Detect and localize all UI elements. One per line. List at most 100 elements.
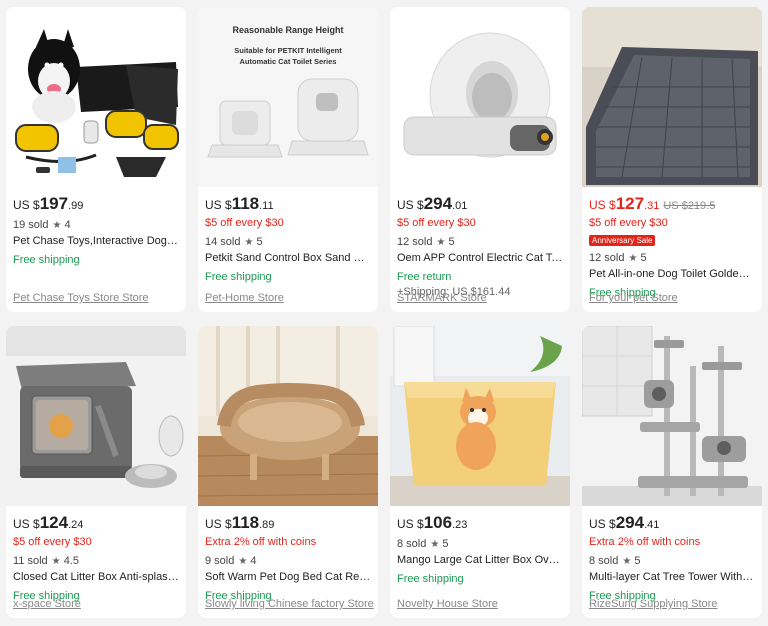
price-currency: US $ [13, 517, 40, 531]
sold-count: 14 sold [205, 236, 241, 248]
product-card[interactable]: US $197.99 19 sold ★ 4 Pet Chase Toys,Int… [6, 7, 186, 312]
price-decimal: .99 [68, 200, 84, 212]
star-icon: ★ [436, 237, 446, 248]
sold-count: 8 sold [397, 538, 427, 550]
price-decimal: .23 [452, 519, 468, 531]
price-currency: US $ [205, 517, 232, 531]
sales-rating: 12 sold ★ 5 [589, 251, 755, 265]
price-integer: 118 [231, 513, 260, 532]
promo-text: Extra 2% off with coins [205, 536, 317, 548]
product-title[interactable]: Oem APP Control Electric Cat Toilet Self… [397, 251, 563, 265]
price-integer: 106 [423, 513, 453, 532]
store-link[interactable]: RizeSung Supplying Store [589, 598, 717, 610]
sold-count: 9 sold [205, 555, 235, 567]
product-image[interactable] [582, 326, 762, 506]
price: US $118.89 [205, 514, 371, 532]
rating-value: 5 [448, 236, 455, 248]
shipping-info: Free shipping [205, 271, 272, 283]
store-link[interactable]: Slowly living Chinese factory Store [205, 598, 374, 610]
price-currency: US $ [13, 198, 40, 212]
price: US $294.01 [397, 195, 563, 213]
rating-value: 4.5 [63, 555, 79, 567]
price-integer: 294 [615, 513, 645, 532]
store-link[interactable]: STARMARK Store [397, 292, 487, 304]
product-image[interactable] [6, 326, 186, 506]
sold-count: 11 sold [13, 555, 48, 567]
image-caption-3: Automatic Cat Toilet Series [240, 57, 337, 66]
price-currency: US $ [397, 198, 424, 212]
sold-count: 19 sold [13, 219, 49, 231]
promo-text: Extra 2% off with coins [589, 536, 701, 548]
price-currency: US $ [589, 517, 616, 531]
product-title[interactable]: Pet All-in-one Dog Toilet Golden Retriev… [589, 267, 755, 281]
price-decimal: .89 [259, 519, 275, 531]
product-image[interactable] [198, 326, 378, 506]
product-title[interactable]: Closed Cat Litter Box Anti-splash Large … [13, 570, 179, 584]
price: US $127.31 US $219.5 [589, 195, 755, 213]
product-title[interactable]: Soft Warm Pet Dog Bed Cat Removable Sofa [205, 570, 371, 584]
product-card[interactable]: US $294.01 $5 off every $30 12 sold ★ 5 O… [390, 7, 570, 312]
shipping-info: Free shipping [13, 254, 80, 266]
sales-rating: 14 sold ★ 5 [205, 235, 371, 249]
promo-text: $5 off every $30 [589, 217, 668, 229]
promo-text: $5 off every $30 [205, 217, 284, 229]
price-decimal: .01 [452, 200, 468, 212]
product-card[interactable]: US $118.89 Extra 2% off with coins 9 sol… [198, 326, 378, 618]
product-card[interactable]: Reasonable Range Height Suitable for PET… [198, 7, 378, 312]
product-title[interactable]: Petkit Sand Control Box Sand Control Mat [205, 251, 371, 265]
store-link[interactable]: x-space Store [13, 598, 81, 610]
product-image[interactable] [6, 7, 186, 187]
price: US $106.23 [397, 514, 563, 532]
star-icon: ★ [238, 556, 248, 567]
price: US $294.41 [589, 514, 755, 532]
sale-badge: Anniversary Sale [589, 235, 656, 246]
price: US $197.99 [13, 195, 179, 213]
price-decimal: .24 [68, 519, 84, 531]
rating-value: 5 [640, 252, 647, 264]
store-link[interactable]: Pet-Home Store [205, 292, 284, 304]
sales-rating: 19 sold ★ 4 [13, 218, 179, 232]
sold-count: 8 sold [589, 555, 619, 567]
product-card[interactable]: US $106.23 8 sold ★ 5 Mango Large Cat Lit… [390, 326, 570, 618]
price-decimal: .31 [644, 200, 660, 212]
product-image[interactable]: Reasonable Range Height Suitable for PET… [198, 7, 378, 187]
product-title[interactable]: Pet Chase Toys,Interactive Dog Toys [13, 234, 179, 248]
product-card[interactable]: US $124.24 $5 off every $30 11 sold ★ 4.5… [6, 326, 186, 618]
store-link[interactable]: Novelty House Store [397, 598, 498, 610]
sold-count: 12 sold [397, 236, 433, 248]
store-link[interactable]: Pet Chase Toys Store Store [13, 292, 149, 304]
image-caption-1: Reasonable Range Height [232, 25, 343, 35]
promo-text: $5 off every $30 [13, 536, 92, 548]
sales-rating: 12 sold ★ 5 [397, 235, 563, 249]
product-image[interactable] [390, 7, 570, 187]
rating-value: 5 [634, 555, 641, 567]
rating-value: 4 [250, 555, 257, 567]
sold-count: 12 sold [589, 252, 625, 264]
rating-value: 4 [64, 219, 71, 231]
rating-value: 5 [442, 538, 449, 550]
rating-value: 5 [256, 236, 263, 248]
star-icon: ★ [628, 253, 638, 264]
sales-rating: 11 sold ★ 4.5 [13, 554, 179, 568]
product-title[interactable]: Multi-layer Cat Tree Tower With Condo Sc… [589, 570, 755, 584]
product-image[interactable] [390, 326, 570, 506]
original-price: US $219.5 [663, 200, 716, 212]
product-card[interactable]: US $294.41 Extra 2% off with coins 8 sol… [582, 326, 762, 618]
image-caption-2: Suitable for PETKIT Intelligent [234, 46, 342, 55]
star-icon: ★ [622, 556, 632, 567]
price: US $124.24 [13, 514, 179, 532]
star-icon: ★ [244, 237, 254, 248]
star-icon: ★ [51, 556, 61, 567]
price-integer: 118 [231, 194, 260, 213]
sales-rating: 8 sold ★ 5 [397, 537, 563, 551]
store-link[interactable]: For your pet Store [589, 292, 678, 304]
product-card[interactable]: US $127.31 US $219.5 $5 off every $30 Ann… [582, 7, 762, 312]
price: US $118.11 [205, 195, 371, 213]
price-currency: US $ [589, 198, 616, 212]
star-icon: ★ [430, 539, 440, 550]
product-title[interactable]: Mango Large Cat Litter Box Oversized Sem… [397, 553, 563, 567]
price-integer: 127 [615, 194, 645, 213]
product-image[interactable] [582, 7, 762, 187]
sales-rating: 8 sold ★ 5 [589, 554, 755, 568]
price-currency: US $ [397, 517, 424, 531]
